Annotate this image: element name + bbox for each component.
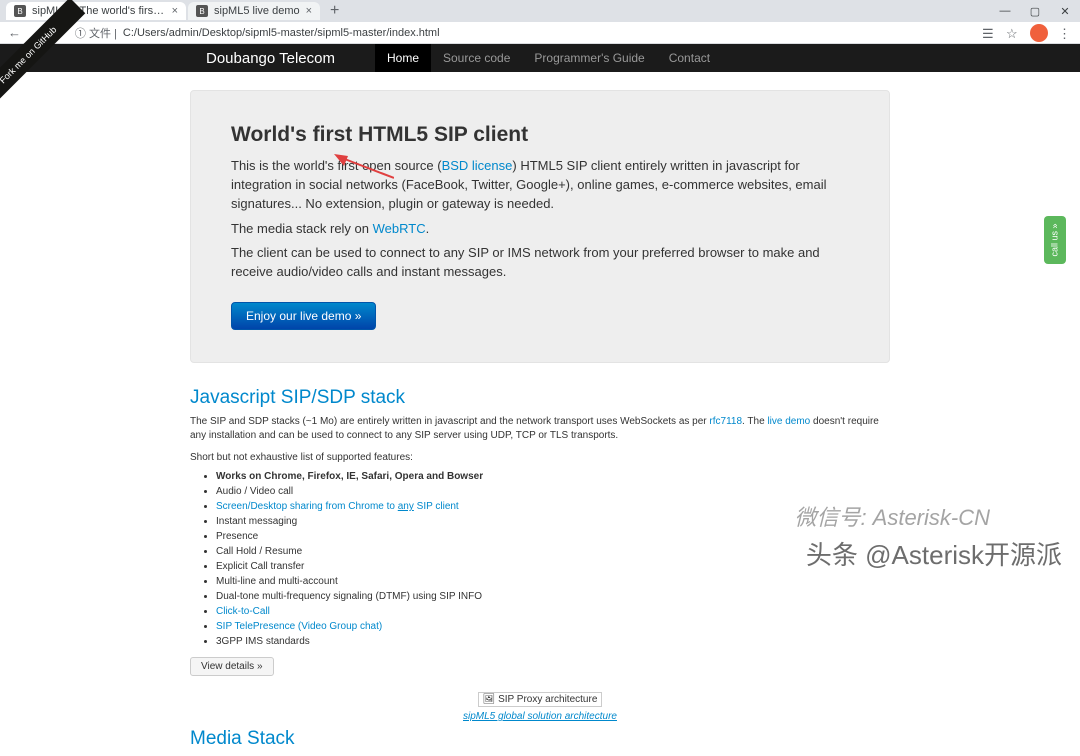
hero: World's first HTML5 SIP client This is t…: [190, 90, 890, 363]
url-text: C:/Users/admin/Desktop/sipml5-master/sip…: [123, 27, 440, 39]
browser-tab-2[interactable]: B sipML5 live demo ×: [188, 2, 320, 20]
star-icon[interactable]: ☆: [1006, 26, 1020, 40]
media-heading: Media Stack: [190, 728, 890, 750]
menu-icon[interactable]: ⋮: [1058, 26, 1072, 40]
list-item: Presence: [216, 529, 890, 544]
architecture-caption-link[interactable]: sipML5 global solution architecture: [463, 711, 617, 722]
back-icon[interactable]: ←: [8, 25, 21, 40]
list-item: Instant messaging: [216, 514, 890, 529]
live-demo-button[interactable]: Enjoy our live demo »: [231, 302, 376, 330]
favicon-icon: B: [196, 5, 208, 17]
maximize-icon[interactable]: ▢: [1020, 0, 1050, 22]
site-nav: Doubango Telecom Home Source code Progra…: [0, 44, 1080, 72]
list-item: Works on Chrome, Firefox, IE, Safari, Op…: [216, 469, 890, 484]
stack-subtitle: Short but not exhaustive list of support…: [190, 451, 890, 465]
list-item: Multi-line and multi-account: [216, 574, 890, 589]
stack-heading: Javascript SIP/SDP stack: [190, 387, 890, 409]
close-icon[interactable]: ×: [306, 5, 312, 17]
nav-home[interactable]: Home: [375, 44, 431, 72]
live-demo-link[interactable]: live demo: [767, 416, 810, 427]
nav-contact[interactable]: Contact: [657, 44, 722, 72]
list-item: Audio / Video call: [216, 484, 890, 499]
broken-image-icon: 🖼 SIP Proxy architecture: [478, 692, 603, 707]
translate-icon[interactable]: ☰: [982, 26, 996, 40]
page-content: World's first HTML5 SIP client This is t…: [190, 90, 890, 750]
close-icon[interactable]: ×: [172, 5, 178, 17]
webrtc-link[interactable]: WebRTC: [373, 221, 426, 236]
list-item: Screen/Desktop sharing from Chrome to an…: [216, 499, 890, 514]
nav-source[interactable]: Source code: [431, 44, 522, 72]
hero-title: World's first HTML5 SIP client: [231, 123, 849, 147]
tab-title: sipML5 live demo: [214, 5, 300, 17]
architecture-block: 🖼 SIP Proxy architecture sipML5 global s…: [190, 690, 890, 722]
browser-tab-1[interactable]: B sipML5 – The world's first op… ×: [6, 2, 186, 20]
list-item: SIP TelePresence (Video Group chat): [216, 619, 890, 634]
bsd-license-link[interactable]: BSD license: [442, 158, 513, 173]
url-prefix: ① 文件 |: [75, 25, 117, 41]
stack-paragraph: The SIP and SDP stacks (~1 Mo) are entir…: [190, 415, 890, 443]
list-item: 3GPP IMS standards: [216, 634, 890, 649]
tab-bar: B sipML5 – The world's first op… × B sip…: [0, 0, 1080, 22]
rfc-link[interactable]: rfc7118: [709, 416, 742, 427]
feature-link[interactable]: Click-to-Call: [216, 606, 270, 617]
feature-link[interactable]: SIP TelePresence (Video Group chat): [216, 621, 382, 632]
browser-chrome: B sipML5 – The world's first op… × B sip…: [0, 0, 1080, 44]
avatar[interactable]: [1030, 24, 1048, 42]
window-controls: — ▢ ✕: [990, 0, 1080, 22]
hero-paragraph-1: This is the world's first open source (B…: [231, 157, 849, 214]
close-icon[interactable]: ✕: [1050, 0, 1080, 22]
nav-guide[interactable]: Programmer's Guide: [522, 44, 656, 72]
list-item: Call Hold / Resume: [216, 544, 890, 559]
list-item: Explicit Call transfer: [216, 559, 890, 574]
feature-list: Works on Chrome, Firefox, IE, Safari, Op…: [190, 469, 890, 649]
call-us-widget[interactable]: call us »: [1044, 216, 1066, 264]
url-field[interactable]: ① 文件 | C:/Users/admin/Desktop/sipml5-mas…: [75, 25, 972, 41]
address-bar: ← → ⟳ ① 文件 | C:/Users/admin/Desktop/sipm…: [0, 22, 1080, 44]
minimize-icon[interactable]: —: [990, 0, 1020, 22]
feature-link[interactable]: Screen/Desktop sharing from Chrome to an…: [216, 501, 459, 512]
list-item: Dual-tone multi-frequency signaling (DTM…: [216, 589, 890, 604]
brand[interactable]: Doubango Telecom: [206, 50, 335, 67]
hero-paragraph-2: The media stack rely on WebRTC.: [231, 220, 849, 239]
favicon-icon: B: [14, 5, 26, 17]
hero-paragraph-3: The client can be used to connect to any…: [231, 244, 849, 282]
new-tab-button[interactable]: +: [322, 2, 347, 20]
list-item: Click-to-Call: [216, 604, 890, 619]
view-details-button[interactable]: View details »: [190, 657, 274, 676]
